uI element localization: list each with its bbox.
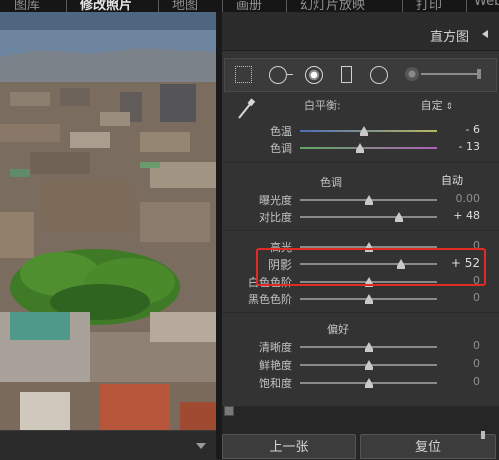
histogram-header[interactable]: 直方图 — [222, 12, 499, 51]
saturation-label: 饱和度 — [259, 377, 292, 390]
slider-thumb[interactable] — [364, 195, 373, 205]
exposure-label: 曝光度 — [259, 194, 292, 207]
exposure-slider-row: 曝光度 0.00 — [222, 192, 499, 208]
module-print[interactable]: 打印 — [416, 0, 442, 12]
tool-strip — [224, 58, 497, 92]
tint-slider-row: 色调 - 13 — [222, 140, 499, 156]
module-slideshow[interactable]: 幻灯片放映 — [300, 0, 365, 12]
module-separator — [222, 0, 223, 12]
white-balance-dropdown[interactable]: 自定 — [421, 97, 453, 113]
spot-removal-icon[interactable] — [269, 66, 293, 84]
divider — [222, 312, 499, 313]
clarity-value[interactable]: 0 — [430, 339, 480, 352]
contrast-slider[interactable] — [300, 212, 437, 222]
blacks-slider[interactable] — [300, 294, 437, 304]
module-map[interactable]: 地图 — [172, 0, 198, 12]
module-develop[interactable]: 修改照片 — [80, 0, 132, 12]
slider-thumb[interactable] — [364, 360, 373, 370]
slider-thumb[interactable] — [364, 294, 373, 304]
blacks-slider-row: 黑色色阶 0 — [222, 291, 499, 307]
module-web[interactable]: Web — [474, 0, 499, 9]
saturation-slider[interactable] — [300, 378, 437, 388]
shadows-highlight-annotation — [256, 248, 486, 286]
divider — [222, 230, 499, 231]
contrast-label: 对比度 — [259, 211, 292, 224]
contrast-slider-row: 对比度 + 48 — [222, 209, 499, 225]
panel-toggle-icon[interactable] — [224, 406, 234, 416]
slider-thumb[interactable] — [356, 143, 365, 153]
filmstrip-toggle-bar — [0, 430, 216, 460]
tint-value[interactable]: - 13 — [430, 140, 480, 153]
module-separator — [286, 0, 287, 12]
clarity-label: 清晰度 — [259, 341, 292, 354]
previous-button[interactable]: 上一张 — [222, 434, 356, 459]
brush-size-slider[interactable] — [421, 69, 481, 79]
vibrance-slider-row: 鲜艳度 0 — [222, 357, 499, 373]
exposure-slider[interactable] — [300, 195, 437, 205]
dropdown-arrow-icon[interactable] — [196, 443, 206, 449]
city-aerial-photo — [0, 12, 216, 430]
presence-section-title: 偏好 — [327, 323, 349, 336]
contrast-value[interactable]: + 48 — [430, 209, 480, 222]
white-balance-row: 白平衡: 自定 — [222, 96, 499, 112]
blacks-label: 黑色色阶 — [248, 293, 292, 306]
reset-button[interactable]: 复位 — [360, 431, 496, 459]
exposure-value[interactable]: 0.00 — [430, 192, 481, 205]
tint-label: 色调 — [270, 142, 292, 155]
vibrance-label: 鲜艳度 — [259, 359, 292, 372]
temp-value[interactable]: - 6 — [430, 123, 480, 136]
clarity-slider-row: 清晰度 0 — [222, 339, 499, 355]
graduated-filter-icon[interactable] — [341, 66, 352, 83]
slider-thumb[interactable] — [360, 126, 369, 136]
histogram-title: 直方图 — [429, 30, 469, 45]
white-balance-label: 白平衡: — [304, 99, 341, 112]
tint-slider[interactable] — [300, 143, 437, 153]
adjustment-brush-icon[interactable] — [405, 67, 419, 81]
divider — [222, 162, 499, 163]
radial-filter-icon[interactable] — [370, 66, 388, 84]
module-separator — [66, 0, 67, 12]
module-picker-bar: 图库 修改照片 地图 画册 幻灯片放映 打印 Web — [0, 0, 499, 12]
crop-overlay-icon[interactable] — [235, 66, 252, 83]
temp-slider[interactable] — [300, 126, 437, 136]
temp-slider-row: 色温 - 6 — [222, 123, 499, 139]
saturation-slider-row: 饱和度 0 — [222, 375, 499, 391]
panel-footer: 上一张 复位 — [222, 406, 499, 459]
module-separator — [402, 0, 403, 12]
tone-section-title: 色调 — [320, 176, 342, 189]
photo-preview[interactable] — [0, 12, 216, 430]
vibrance-slider[interactable] — [300, 360, 437, 370]
red-eye-icon[interactable] — [305, 66, 323, 84]
slider-thumb[interactable] — [394, 212, 403, 222]
slider-thumb[interactable] — [364, 342, 373, 352]
develop-right-panel: 直方图 白平衡: 自定 色温 - 6 色调 — [222, 12, 499, 459]
module-book[interactable]: 画册 — [236, 0, 262, 12]
module-separator — [158, 0, 159, 12]
tone-auto-button[interactable]: 自动 — [432, 173, 472, 189]
blacks-value[interactable]: 0 — [430, 291, 480, 304]
module-library[interactable]: 图库 — [14, 0, 40, 12]
saturation-value[interactable]: 0 — [430, 375, 480, 388]
slider-thumb[interactable] — [364, 378, 373, 388]
temp-label: 色温 — [270, 125, 292, 138]
collapse-arrow-icon[interactable] — [482, 30, 488, 38]
clarity-slider[interactable] — [300, 342, 437, 352]
vibrance-value[interactable]: 0 — [430, 357, 480, 370]
module-separator — [466, 0, 467, 12]
